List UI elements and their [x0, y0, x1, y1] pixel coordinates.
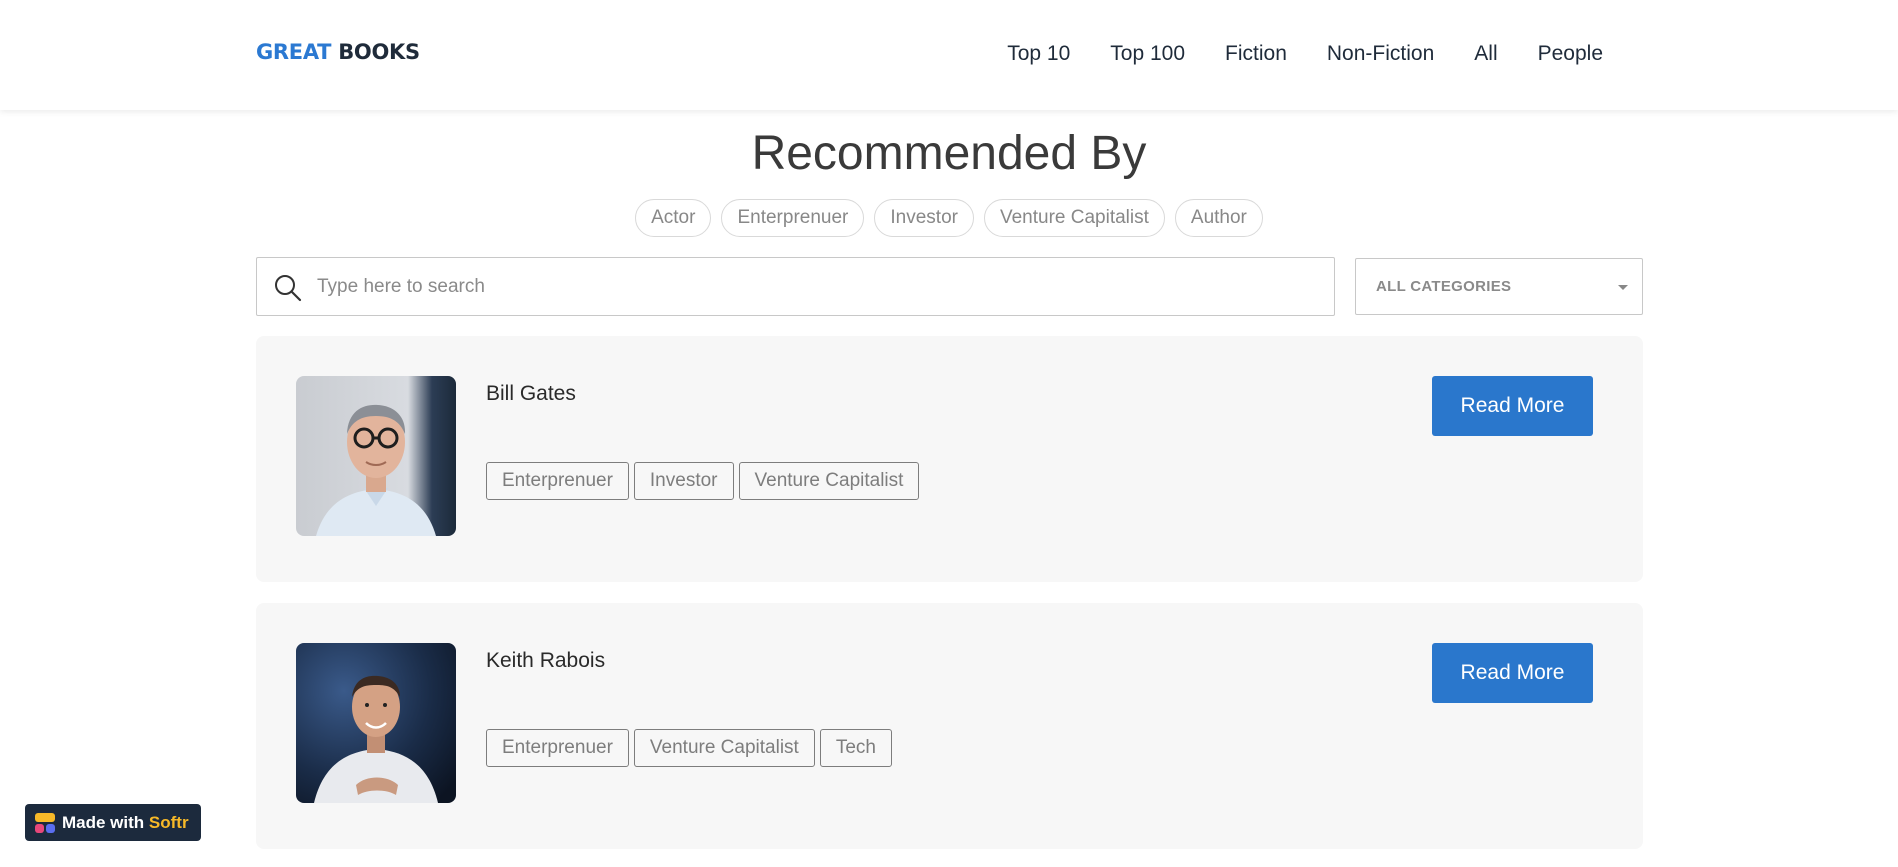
- avatar[interactable]: [296, 643, 456, 803]
- tag-investor: Investor: [633, 462, 734, 500]
- site-logo[interactable]: GREAT BOOKS: [256, 40, 420, 64]
- person-tags: Enterprenuer Venture Capitalist Tech: [486, 729, 892, 767]
- person-tags: Enterprenuer Investor Venture Capitalist: [486, 462, 920, 500]
- filter-pill-actor[interactable]: Actor: [635, 199, 712, 237]
- badge-brand: Softr: [148, 813, 189, 832]
- logo-books: BOOKS: [338, 40, 420, 64]
- nav-fiction[interactable]: Fiction: [1225, 42, 1287, 66]
- read-more-button[interactable]: Read More: [1432, 643, 1593, 703]
- category-select-value: ALL CATEGORIES: [1376, 278, 1512, 295]
- softr-logo-icon: [35, 813, 55, 833]
- person-card: Keith Rabois Enterprenuer Venture Capita…: [256, 603, 1643, 849]
- tag-venture-capitalist: Venture Capitalist: [633, 729, 815, 767]
- filter-pill-author[interactable]: Author: [1174, 199, 1263, 237]
- filter-pill-enterprenuer[interactable]: Enterprenuer: [721, 199, 865, 237]
- avatar[interactable]: [296, 376, 456, 536]
- made-with-softr-badge[interactable]: Made with Softr: [25, 804, 201, 841]
- category-select[interactable]: ALL CATEGORIES: [1355, 258, 1643, 315]
- badge-text: Made with Softr: [62, 813, 189, 833]
- filter-pill-investor[interactable]: Investor: [874, 199, 974, 237]
- nav-all[interactable]: All: [1474, 42, 1497, 66]
- tag-enterprenuer: Enterprenuer: [486, 729, 629, 767]
- badge-prefix: Made with: [62, 813, 145, 832]
- nav-people[interactable]: People: [1538, 42, 1603, 66]
- page-title: Recommended By: [751, 127, 1147, 180]
- category-filter-pills: Actor Enterprenuer Investor Venture Capi…: [0, 199, 1898, 237]
- tag-tech: Tech: [819, 729, 892, 767]
- tag-venture-capitalist: Venture Capitalist: [738, 462, 920, 500]
- person-name: Bill Gates: [486, 382, 576, 405]
- search-input[interactable]: [317, 258, 1317, 315]
- chevron-down-icon: [1618, 285, 1628, 290]
- tag-enterprenuer: Enterprenuer: [486, 462, 629, 500]
- search-icon: [275, 275, 302, 302]
- search-box: [256, 257, 1335, 316]
- logo-great: GREAT: [256, 40, 332, 64]
- nav-non-fiction[interactable]: Non-Fiction: [1327, 42, 1434, 66]
- nav-top-100[interactable]: Top 100: [1110, 42, 1185, 66]
- nav-top-10[interactable]: Top 10: [1007, 42, 1070, 66]
- person-card: Bill Gates Enterprenuer Investor Venture…: [256, 336, 1643, 582]
- read-more-button[interactable]: Read More: [1432, 376, 1593, 436]
- filter-pill-venture-capitalist[interactable]: Venture Capitalist: [983, 199, 1165, 237]
- main-nav: Top 10 Top 100 Fiction Non-Fiction All P…: [1007, 42, 1603, 66]
- person-name: Keith Rabois: [486, 649, 606, 672]
- top-header: GREAT BOOKS Top 10 Top 100 Fiction Non-F…: [0, 0, 1898, 110]
